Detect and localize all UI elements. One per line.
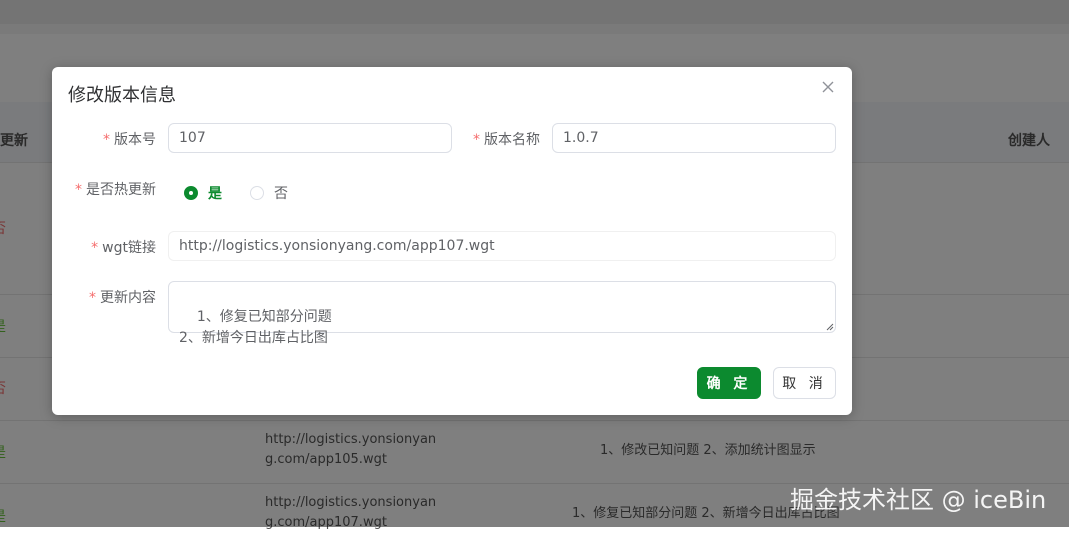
wgt-link-label-text: wgt链接 xyxy=(102,240,156,256)
resize-handle-icon[interactable] xyxy=(826,323,834,331)
update-content-textarea[interactable]: 1、修复已知部分问题 2、新增今日出库占比图 xyxy=(168,281,836,346)
hot-update-radio-yes[interactable]: 是 xyxy=(184,183,222,203)
watermark: 掘金技术社区 @ iceBin xyxy=(790,486,1047,514)
hot-update-label-text: 是否热更新 xyxy=(86,182,156,198)
version-name-input[interactable]: 1.0.7 xyxy=(552,123,836,153)
version-no-label: * 版本号 xyxy=(103,129,156,149)
radio-no-label: 否 xyxy=(274,186,288,202)
version-name-label-text: 版本名称 xyxy=(484,132,540,148)
radio-checked-icon xyxy=(184,186,198,200)
required-mark: * xyxy=(75,182,82,198)
edit-version-dialog: 修改版本信息 * 版本号 107 * 版本名称 1.0.7 * 是否热更新 是 否 *… xyxy=(52,67,852,415)
wgt-link-input[interactable]: http://logistics.yonsionyang.com/app107.… xyxy=(168,231,836,261)
required-mark: * xyxy=(91,240,99,256)
version-no-label-text: 版本号 xyxy=(114,132,156,148)
cancel-button[interactable]: 取 消 xyxy=(773,367,836,399)
version-no-input[interactable]: 107 xyxy=(168,123,452,153)
wgt-link-label: * wgt链接 xyxy=(91,237,156,257)
close-icon[interactable] xyxy=(820,79,836,95)
hot-update-label: * 是否热更新 xyxy=(75,179,156,199)
update-content-label: * 更新内容 xyxy=(89,287,156,307)
dialog-title: 修改版本信息 xyxy=(68,85,176,106)
confirm-button[interactable]: 确 定 xyxy=(697,367,761,399)
radio-yes-label: 是 xyxy=(208,186,222,202)
update-content-text: 1、修复已知部分问题 2、新增今日出库占比图 xyxy=(179,309,332,346)
required-mark: * xyxy=(103,132,110,148)
required-mark: * xyxy=(89,290,96,306)
version-name-label: * 版本名称 xyxy=(473,129,540,149)
radio-unchecked-icon xyxy=(250,186,264,200)
update-content-label-text: 更新内容 xyxy=(100,290,156,306)
required-mark: * xyxy=(473,132,480,148)
hot-update-radio-no[interactable]: 否 xyxy=(250,183,288,203)
